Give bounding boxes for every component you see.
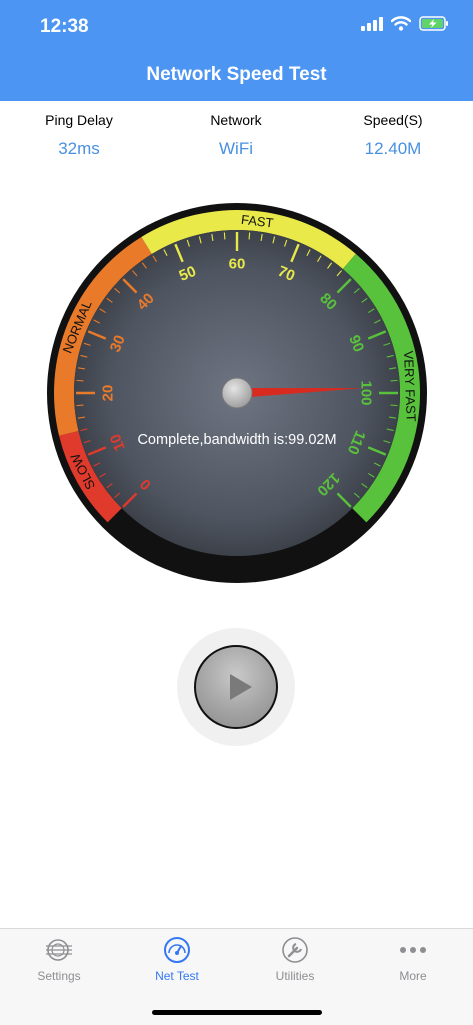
page-title: Network Speed Test bbox=[146, 64, 327, 85]
tab-net-test[interactable]: Net Test bbox=[118, 937, 236, 983]
home-indicator bbox=[152, 1010, 322, 1015]
tab-more-label: More bbox=[399, 969, 427, 983]
wifi-icon bbox=[391, 16, 411, 31]
needle-hub bbox=[221, 377, 253, 409]
tick-mark bbox=[76, 379, 84, 382]
stat-speed-label: Speed(S) bbox=[363, 112, 423, 128]
tick-label: 100 bbox=[358, 380, 375, 405]
stat-network-label: Network bbox=[210, 112, 262, 128]
wrench-icon bbox=[282, 937, 308, 963]
stat-ping: Ping Delay 32ms bbox=[9, 112, 149, 159]
stat-speed-value: 12.40M bbox=[364, 139, 422, 158]
stat-speed: Speed(S) 12.40M bbox=[323, 112, 463, 159]
status-time: 12:38 bbox=[40, 16, 89, 37]
stat-ping-value: 32ms bbox=[58, 139, 100, 158]
speed-gauge: 0 10 20 30 40 50 60 70 80 90 100 110 120 SLOW NORMAL F… bbox=[45, 201, 429, 585]
speedometer-icon bbox=[164, 937, 190, 963]
tick-mark bbox=[223, 232, 226, 240]
tab-settings-label: Settings bbox=[37, 969, 81, 983]
tick-mark bbox=[76, 404, 84, 407]
status-icons bbox=[361, 16, 449, 31]
stat-network-value: WiFi bbox=[219, 139, 253, 158]
tick-mark bbox=[390, 379, 398, 382]
start-test-button[interactable] bbox=[194, 645, 278, 729]
tab-utilities[interactable]: Utilities bbox=[236, 937, 354, 983]
play-icon bbox=[230, 674, 252, 700]
tab-utilities-label: Utilities bbox=[275, 969, 315, 983]
stat-network: Network WiFi bbox=[166, 112, 306, 159]
tab-net-test-label: Net Test bbox=[155, 969, 199, 983]
app-header: 12:38 Network Speed Test bbox=[0, 0, 473, 101]
more-dots-icon bbox=[400, 947, 426, 953]
tick-label: 20 bbox=[100, 385, 117, 402]
gauge-status-text: Complete,bandwidth is:99.02M bbox=[137, 432, 336, 448]
stat-ping-label: Ping Delay bbox=[45, 112, 113, 128]
tab-more[interactable]: More bbox=[354, 937, 472, 983]
signal-icon bbox=[361, 16, 383, 31]
tab-settings[interactable]: Settings bbox=[0, 937, 118, 983]
battery-charging-icon bbox=[419, 16, 448, 31]
zone-label: VERY FAST bbox=[401, 350, 419, 422]
settings-stamp-icon bbox=[46, 939, 72, 961]
tick-label: 60 bbox=[229, 256, 246, 273]
tick-mark bbox=[248, 232, 251, 240]
tick-mark bbox=[390, 404, 398, 407]
start-test-button-halo bbox=[177, 628, 295, 746]
gauge-svg: 01020304050 60 708090100110120 SLOWNORMALF… bbox=[47, 203, 427, 583]
